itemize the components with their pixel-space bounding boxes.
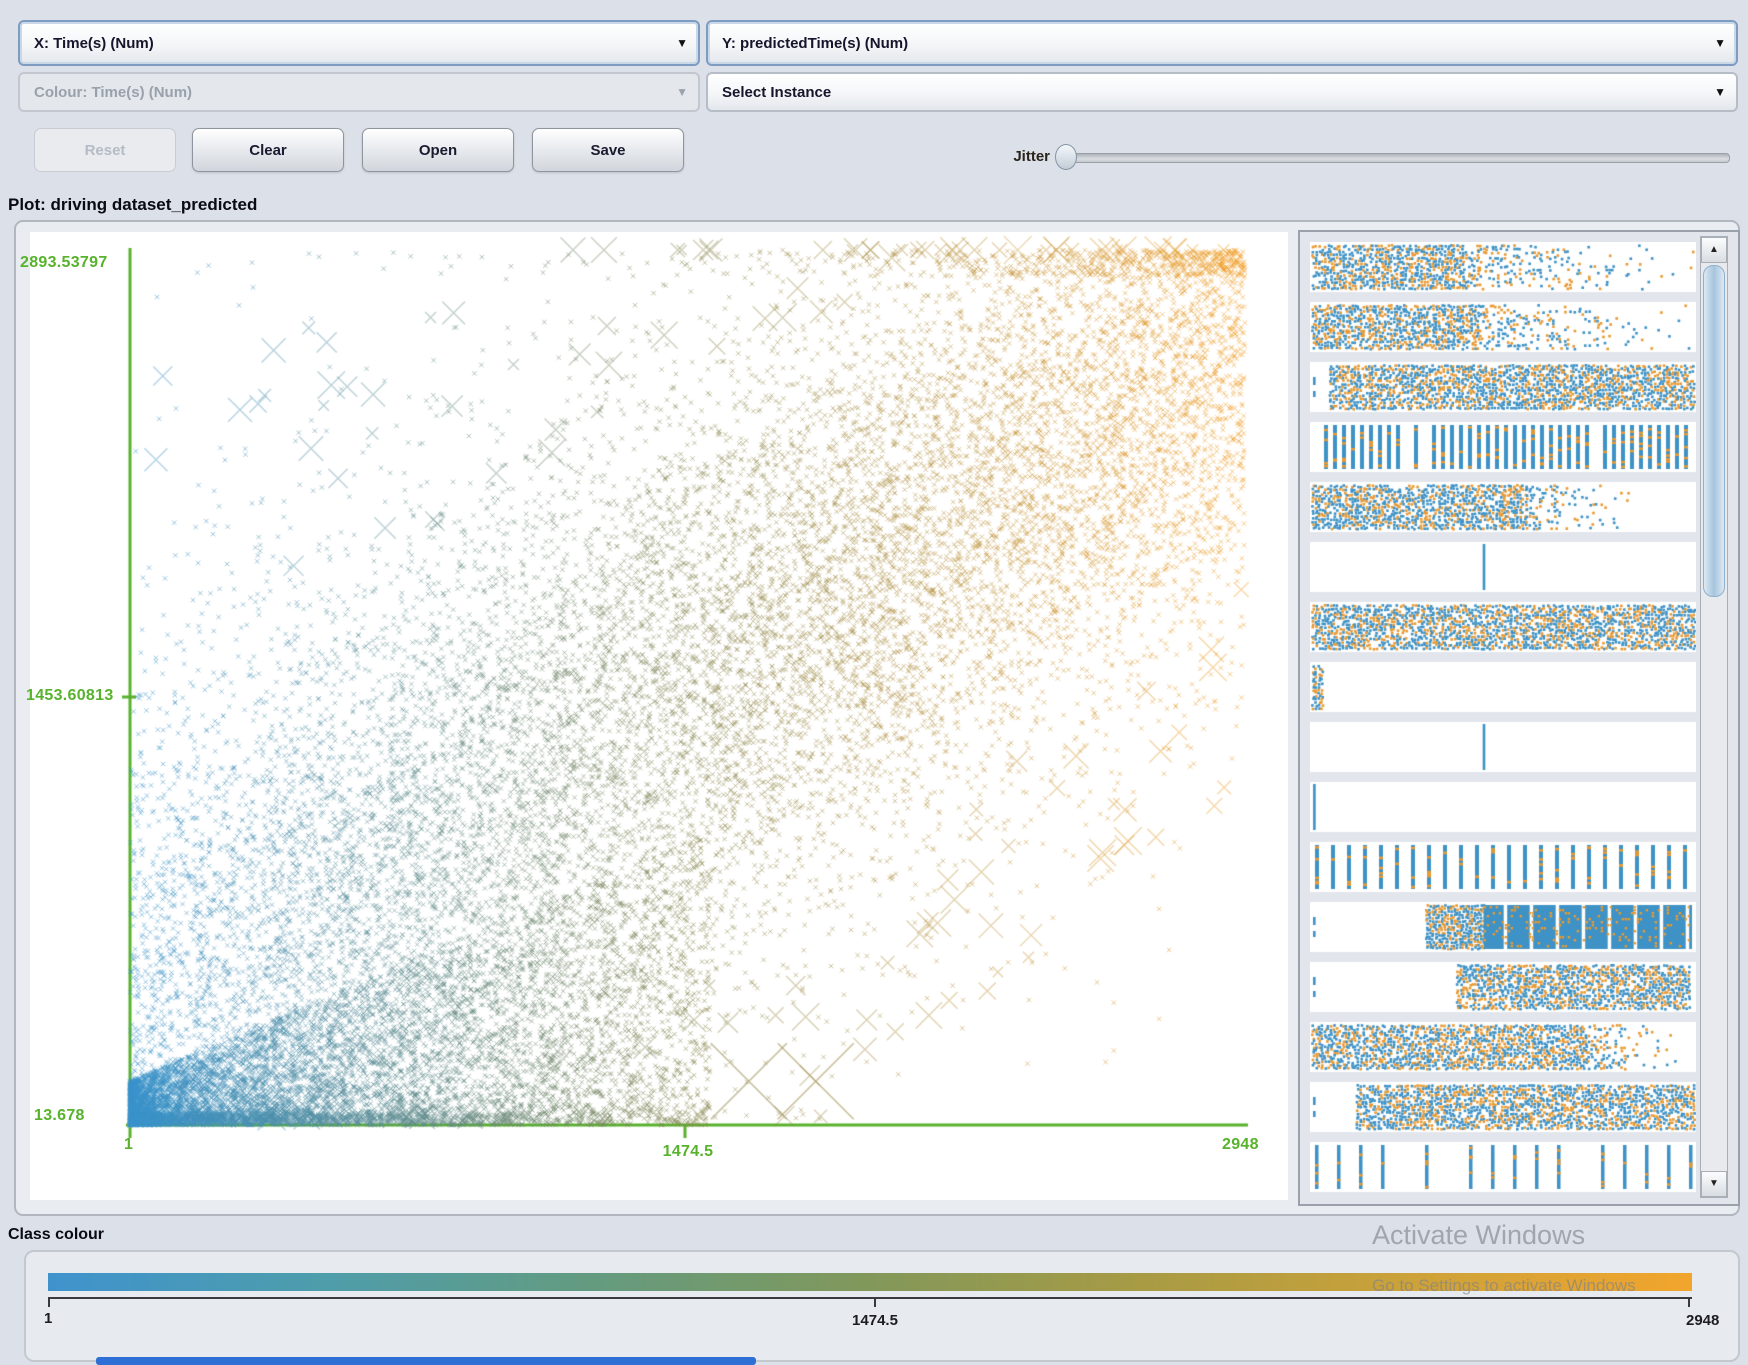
x-axis-mid-label: 1474.5: [648, 1143, 728, 1161]
colour-attribute-value: Colour: Time(s) (Num): [20, 84, 676, 101]
scrollbar-thumb[interactable]: [1703, 265, 1725, 597]
class-axis-tick-min: [48, 1298, 50, 1307]
taskbar-edge-strip: [96, 1357, 756, 1365]
y-attribute-value: Y: predictedTime(s) (Num): [708, 35, 1714, 52]
x-attribute-dropdown[interactable]: X: Time(s) (Num) ▼: [18, 20, 700, 66]
class-axis-tick-max: [1688, 1298, 1690, 1307]
select-instance-dropdown[interactable]: Select Instance ▼: [706, 72, 1738, 112]
class-min-label: 1: [44, 1310, 52, 1327]
weka-visualize-window: X: Time(s) (Num) ▼ Y: predictedTime(s) (…: [0, 0, 1748, 1365]
clear-button[interactable]: Clear: [192, 128, 344, 172]
reset-button[interactable]: Reset: [34, 128, 176, 172]
y-axis-max-label: 2893.53797: [20, 254, 108, 272]
class-colour-label: Class colour: [8, 1226, 104, 1244]
chevron-down-icon: ▼: [676, 85, 698, 99]
jitter-label: Jitter: [1002, 148, 1050, 165]
y-axis-min-label: 13.678: [34, 1107, 85, 1125]
attribute-strips-canvas[interactable]: [1310, 242, 1696, 1194]
select-instance-value: Select Instance: [708, 84, 1714, 101]
activate-windows-subtext: Go to Settings to activate Windows: [1372, 1276, 1636, 1296]
scatter-canvas[interactable]: [30, 232, 1288, 1200]
save-button[interactable]: Save: [532, 128, 684, 172]
chevron-down-icon: ▼: [1714, 85, 1736, 99]
class-axis-tick-mid: [874, 1298, 876, 1307]
scroll-up-button[interactable]: ▲: [1701, 237, 1727, 263]
y-attribute-dropdown[interactable]: Y: predictedTime(s) (Num) ▼: [706, 20, 1738, 66]
x-axis-min-label: 1: [124, 1136, 133, 1154]
chevron-down-icon: ▼: [1714, 36, 1736, 50]
plot-title: Plot: driving dataset_predicted: [8, 195, 257, 215]
chevron-down-icon: ▼: [676, 36, 698, 50]
x-axis-max-label: 2948: [1222, 1136, 1259, 1154]
attribute-panel-scrollbar[interactable]: ▲ ▼: [1700, 236, 1728, 1198]
x-attribute-value: X: Time(s) (Num): [20, 35, 676, 52]
scroll-down-button[interactable]: ▼: [1701, 1171, 1727, 1197]
scroll-down-icon: ▼: [1709, 1178, 1719, 1189]
class-colour-panel: [24, 1250, 1740, 1362]
open-button[interactable]: Open: [362, 128, 514, 172]
colour-attribute-dropdown[interactable]: Colour: Time(s) (Num) ▼: [18, 72, 700, 112]
class-colour-axis: [48, 1297, 1692, 1299]
y-axis-mid-label: 1453.60813: [26, 687, 114, 705]
scatter-plot-area[interactable]: [30, 232, 1288, 1200]
jitter-slider[interactable]: [1062, 153, 1730, 163]
class-mid-label: 1474.5: [835, 1312, 915, 1329]
class-max-label: 2948: [1686, 1312, 1719, 1329]
activate-windows-watermark: Activate Windows: [1372, 1220, 1585, 1251]
scroll-up-icon: ▲: [1709, 244, 1719, 255]
jitter-slider-thumb[interactable]: [1055, 144, 1077, 170]
